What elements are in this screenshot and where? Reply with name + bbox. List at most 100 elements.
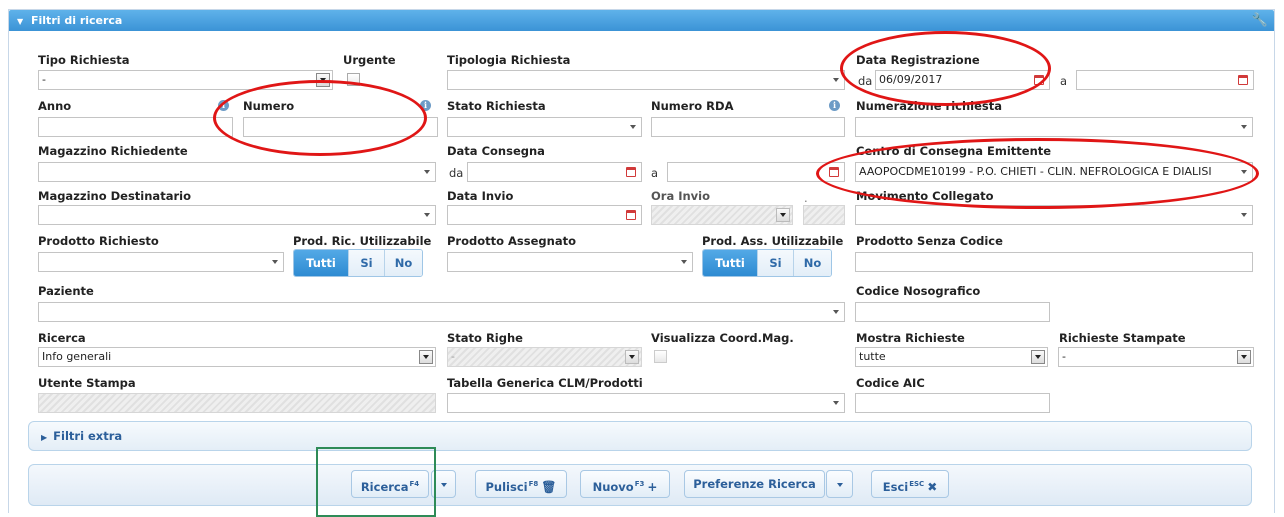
chevron-right-icon: ▶ xyxy=(41,433,48,442)
label-numero-rda: Numero RDA xyxy=(651,99,734,113)
toggle-no[interactable]: No xyxy=(384,250,422,276)
label-data-invio: Data Invio xyxy=(447,189,514,203)
tabella-generica-select[interactable] xyxy=(447,393,845,413)
visualizza-coord-checkbox[interactable] xyxy=(654,350,667,363)
panel-header[interactable]: ▼ Filtri di ricerca 🔧 xyxy=(9,10,1274,31)
data-invio-field[interactable] xyxy=(447,205,642,225)
preferenze-ricerca-button[interactable]: Preferenze Ricerca xyxy=(684,470,825,498)
label-paziente: Paziente xyxy=(38,284,94,298)
codice-aic-field[interactable] xyxy=(855,393,1050,413)
tipologia-richiesta-select[interactable] xyxy=(447,70,845,90)
pulisci-button[interactable]: PulisciF8 🗑 xyxy=(475,470,567,498)
label-numerazione-richiesta: Numerazione richiesta xyxy=(856,99,1003,113)
ricerca-button[interactable]: RicercaF4 xyxy=(351,470,429,498)
mostra-richieste-select[interactable]: tutte xyxy=(855,347,1048,367)
prodotto-senza-codice-field[interactable] xyxy=(855,252,1253,272)
label-numero: Numero xyxy=(243,99,295,113)
data-registrazione-da-value: 06/09/2017 xyxy=(879,73,943,86)
label-codice-aic: Codice AIC xyxy=(856,376,925,390)
magazzino-richiedente-select[interactable] xyxy=(38,162,436,182)
chevron-down-icon: ▼ xyxy=(17,17,24,26)
prodotto-richiesto-select[interactable] xyxy=(38,252,284,272)
numero-rda-field[interactable] xyxy=(651,117,845,137)
centro-consegna-value: AAOPOCDME10199 - P.O. CHIETI - CLIN. NEF… xyxy=(859,165,1212,178)
label-prodotto-senza-codice: Prodotto Senza Codice xyxy=(856,234,1003,248)
esci-button-label: Esci xyxy=(882,479,909,494)
paziente-select[interactable] xyxy=(38,302,845,322)
label-da: da xyxy=(449,166,464,180)
close-icon: ✖ xyxy=(927,479,938,494)
magazzino-destinatario-select[interactable] xyxy=(38,205,436,225)
data-consegna-da-field[interactable] xyxy=(467,162,642,182)
ricerca-select[interactable]: Info generali xyxy=(38,347,436,367)
chevron-down-icon xyxy=(625,350,639,364)
label-prodotto-assegnato: Prodotto Assegnato xyxy=(447,234,576,248)
label-codice-nosografico: Codice Nosografico xyxy=(856,284,981,298)
richieste-stampate-value: - xyxy=(1062,350,1066,363)
prodotto-assegnato-select[interactable] xyxy=(447,252,693,272)
nuovo-shortcut: F3 xyxy=(634,480,645,488)
toggle-si[interactable]: Si xyxy=(757,250,793,276)
chevron-down-icon xyxy=(681,260,687,264)
label-a: a xyxy=(1060,74,1068,88)
data-registrazione-a-field[interactable] xyxy=(1076,70,1254,90)
ora-invio-select[interactable] xyxy=(651,205,793,225)
numero-field[interactable] xyxy=(243,117,438,137)
calendar-icon[interactable] xyxy=(626,167,636,177)
chevron-down-icon[interactable] xyxy=(1031,350,1045,364)
stato-righe-value: - xyxy=(451,350,455,363)
chevron-down-icon[interactable] xyxy=(316,73,330,87)
tipo-richiesta-value: - xyxy=(42,73,46,86)
label-prod-ric-utilizzabile: Prod. Ric. Utilizzabile xyxy=(293,234,432,248)
utente-stampa-field[interactable] xyxy=(38,393,436,413)
stato-richiesta-select[interactable] xyxy=(447,117,642,137)
data-consegna-a-field[interactable] xyxy=(667,162,845,182)
preferenze-ricerca-label: Preferenze Ricerca xyxy=(693,477,816,491)
label-tipologia-richiesta: Tipologia Richiesta xyxy=(447,53,571,67)
toggle-si[interactable]: Si xyxy=(348,250,384,276)
tipo-richiesta-select[interactable]: - xyxy=(38,70,333,90)
label-ricerca: Ricerca xyxy=(38,331,86,345)
toggle-no[interactable]: No xyxy=(793,250,831,276)
label-data-consegna: Data Consegna xyxy=(447,144,545,158)
chevron-down-icon xyxy=(424,170,430,174)
anno-field[interactable] xyxy=(38,117,233,137)
info-icon[interactable]: i xyxy=(420,100,431,111)
info-icon[interactable]: i xyxy=(829,100,840,111)
minuti-invio-field[interactable] xyxy=(803,205,845,225)
calendar-icon[interactable] xyxy=(829,167,839,177)
stato-righe-select[interactable]: - xyxy=(447,347,642,367)
ricerca-button-label: Ricerca xyxy=(360,479,409,494)
centro-consegna-select[interactable]: AAOPOCDME10199 - P.O. CHIETI - CLIN. NEF… xyxy=(855,162,1253,182)
richieste-stampate-select[interactable]: - xyxy=(1058,347,1254,367)
wrench-icon[interactable]: 🔧 xyxy=(1252,10,1268,31)
label-magazzino-destinatario: Magazzino Destinatario xyxy=(38,189,191,203)
numerazione-richiesta-select[interactable] xyxy=(855,117,1253,137)
esci-button[interactable]: EsciESC ✖ xyxy=(871,470,949,498)
urgente-checkbox[interactable] xyxy=(347,73,360,86)
chevron-down-icon xyxy=(1241,125,1247,129)
ricerca-dropdown-button[interactable] xyxy=(431,470,456,498)
chevron-down-icon[interactable] xyxy=(1237,350,1251,364)
label-da: da xyxy=(858,74,873,88)
preferenze-dropdown-button[interactable] xyxy=(826,470,853,498)
info-icon[interactable]: i xyxy=(218,100,229,111)
nuovo-button[interactable]: NuovoF3 + xyxy=(580,470,670,498)
movimento-collegato-select[interactable] xyxy=(855,205,1253,225)
chevron-down-icon xyxy=(440,482,447,487)
filtri-extra-section[interactable]: ▶ Filtri extra xyxy=(28,421,1252,451)
calendar-icon[interactable] xyxy=(1238,75,1248,85)
pulisci-button-label: Pulisci xyxy=(485,479,528,494)
toggle-tutti[interactable]: Tutti xyxy=(294,250,348,276)
codice-nosografico-field[interactable] xyxy=(855,302,1050,322)
calendar-icon[interactable] xyxy=(626,210,636,220)
data-registrazione-da-field[interactable]: 06/09/2017 xyxy=(875,70,1050,90)
label-stato-richiesta: Stato Richiesta xyxy=(447,99,546,113)
ora-separator: . xyxy=(804,191,808,205)
toggle-tutti[interactable]: Tutti xyxy=(703,250,757,276)
chevron-down-icon xyxy=(833,310,839,314)
calendar-icon[interactable] xyxy=(1034,75,1044,85)
label-a: a xyxy=(651,166,659,180)
chevron-down-icon[interactable] xyxy=(419,350,433,364)
nuovo-button-label: Nuovo xyxy=(592,479,634,494)
